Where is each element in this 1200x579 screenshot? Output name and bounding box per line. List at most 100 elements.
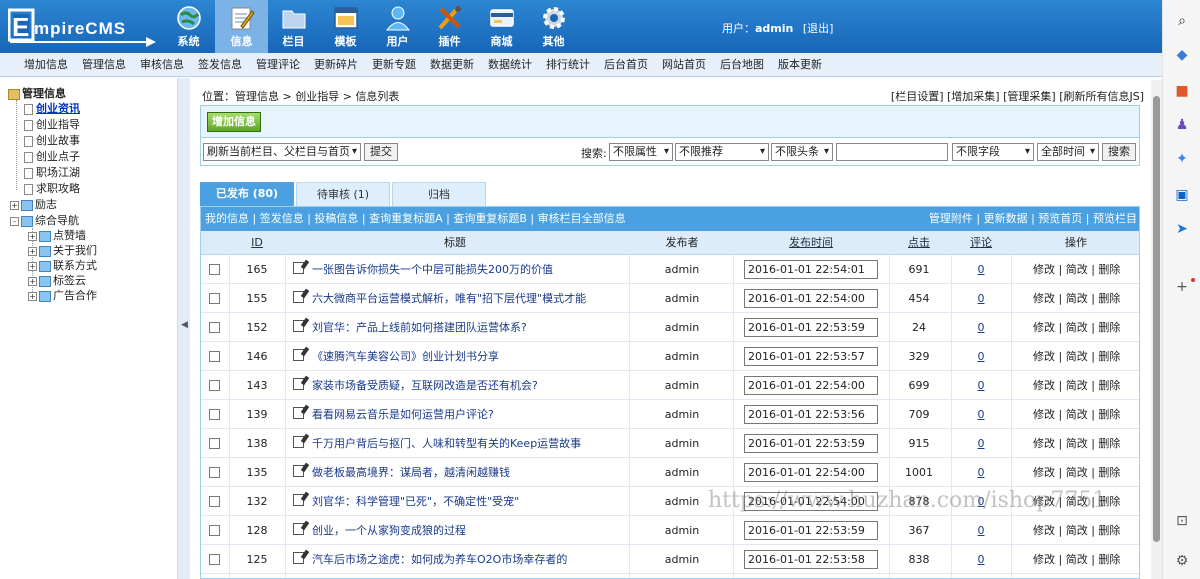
row-title[interactable]: 六大微商平台运营模式解析，唯有"招下层代理"模式才能 xyxy=(293,284,625,313)
submenu-review-info[interactable]: 审核信息 xyxy=(133,53,191,77)
row-comments[interactable]: 0 xyxy=(953,284,1009,313)
row-time-input[interactable]: 2016-01-01 22:53:56 xyxy=(744,405,878,424)
headline-select[interactable]: 不限头条 xyxy=(771,143,833,161)
search-button[interactable]: 搜索 xyxy=(1102,143,1136,161)
row-comments[interactable]: 0 xyxy=(953,342,1009,371)
submenu-admin-home[interactable]: 后台首页 xyxy=(597,53,655,77)
row-title[interactable]: 《速腾汽车美容公司》创业计划书分享 xyxy=(293,342,625,371)
tree-item-tag-cloud[interactable]: + 标签云 xyxy=(28,273,86,289)
submenu-site-home[interactable]: 网站首页 xyxy=(655,53,713,77)
row-title[interactable]: 千万用户背后与抠门、人味和转型有关的Keep运营故事 xyxy=(293,429,625,458)
tree-item-startup-stories[interactable]: 创业故事 xyxy=(24,133,80,149)
submenu-update-topics[interactable]: 更新专题 xyxy=(365,53,423,77)
tree-item-nav[interactable]: - 综合导航 xyxy=(10,213,79,229)
chess-icon[interactable]: ♟ xyxy=(1173,116,1191,134)
col-time[interactable]: 发布时间 xyxy=(737,231,885,255)
tab-pending[interactable]: 待审核 (1) xyxy=(296,182,390,206)
nav-plugin[interactable]: 插件 xyxy=(423,0,476,53)
collapse-icon[interactable]: - xyxy=(10,216,19,226)
vertical-scrollbar[interactable] xyxy=(1151,80,1162,579)
nav-template[interactable]: 模板 xyxy=(319,0,372,53)
row-comments[interactable]: 0 xyxy=(953,313,1009,342)
expand-icon[interactable]: + xyxy=(28,261,37,271)
tree-item-startup-guide[interactable]: 创业指导 xyxy=(24,117,80,133)
row-time-input[interactable]: 2016-01-01 22:54:00 xyxy=(744,289,878,308)
row-checkbox[interactable] xyxy=(209,409,220,420)
nav-user[interactable]: 用户 xyxy=(371,0,424,53)
breadcrumb-manage-info[interactable]: 管理信息 xyxy=(235,90,279,103)
submenu-data-update[interactable]: 数据更新 xyxy=(423,53,481,77)
scrollbar-thumb[interactable] xyxy=(1153,96,1160,542)
nav-shop[interactable]: 商城 xyxy=(475,0,528,53)
time-select[interactable]: 全部时间 xyxy=(1037,143,1099,161)
tree-item-job-tips[interactable]: 求职攻略 xyxy=(24,181,80,197)
expand-icon[interactable]: + xyxy=(28,276,37,286)
tab-published[interactable]: 已发布 (80) xyxy=(200,182,294,206)
add-info-button[interactable]: 增加信息 xyxy=(207,112,261,132)
row-comments[interactable]: 0 xyxy=(953,400,1009,429)
submenu-manage-comments[interactable]: 管理评论 xyxy=(249,53,307,77)
row-checkbox[interactable] xyxy=(209,496,220,507)
row-time-input[interactable]: 2016-01-01 22:54:00 xyxy=(744,463,878,482)
outlook-icon[interactable]: ▣ xyxy=(1173,186,1191,204)
row-checkbox[interactable] xyxy=(209,351,220,362)
row-checkbox[interactable] xyxy=(209,554,220,565)
settings-icon[interactable]: ⚙ xyxy=(1173,552,1191,570)
expand-icon[interactable]: + xyxy=(28,291,37,301)
recommend-select[interactable]: 不限推荐 xyxy=(675,143,769,161)
submenu-data-stats[interactable]: 数据统计 xyxy=(481,53,539,77)
row-time-input[interactable]: 2016-01-01 22:53:59 xyxy=(744,318,878,337)
col-comments[interactable]: 评论 xyxy=(953,231,1009,255)
row-checkbox[interactable] xyxy=(209,467,220,478)
row-comments[interactable]: 0 xyxy=(953,458,1009,487)
row-actions[interactable]: 修改 | 简改 | 删除 xyxy=(1033,371,1120,400)
row-checkbox[interactable] xyxy=(209,293,220,304)
toolbar-left-links[interactable]: 我的信息 | 签发信息 | 投稿信息 | 查询重复标题A | 查询重复标题B |… xyxy=(205,207,626,231)
row-actions[interactable]: 修改 | 简改 | 删除 xyxy=(1033,429,1120,458)
submit-button[interactable]: 提交 xyxy=(364,143,398,161)
tree-item-like-wall[interactable]: + 点赞墙 xyxy=(28,228,86,244)
expand-icon[interactable]: + xyxy=(10,200,19,210)
row-comments[interactable]: 0 xyxy=(953,429,1009,458)
row-time-input[interactable]: 2016-01-01 22:54:01 xyxy=(744,260,878,279)
copilot-icon[interactable]: ✦ xyxy=(1173,150,1191,168)
tag-icon[interactable]: ◆ xyxy=(1173,46,1191,64)
row-time-input[interactable]: 2016-01-01 22:53:59 xyxy=(744,434,878,453)
row-title[interactable]: 创业，一个从家狗变成狼的过程 xyxy=(293,516,625,545)
field-select[interactable]: 不限字段 xyxy=(952,143,1034,161)
row-title[interactable]: 刘官华：产品上线前如何搭建团队运营体系? xyxy=(293,313,625,342)
row-actions[interactable]: 修改 | 简改 | 删除 xyxy=(1033,342,1120,371)
row-title[interactable]: 家装市场备受质疑，互联网改造是否还有机会? xyxy=(293,371,625,400)
row-time-input[interactable]: 2016-01-01 22:53:58 xyxy=(744,550,878,569)
search-input[interactable] xyxy=(836,143,948,161)
sidebar-toggle[interactable]: ◀ xyxy=(178,78,190,579)
manage-collect-link[interactable]: [管理采集] xyxy=(1003,90,1056,103)
row-title[interactable]: 一张图告诉你损失一个中层可能损失200万的价值 xyxy=(293,255,625,284)
submenu-rank-stats[interactable]: 排行统计 xyxy=(539,53,597,77)
submenu-admin-map[interactable]: 后台地图 xyxy=(713,53,771,77)
tree-item-contact[interactable]: + 联系方式 xyxy=(28,258,97,274)
tree-item-workplace[interactable]: 职场江湖 xyxy=(24,165,80,181)
tree-item-ads[interactable]: + 广告合作 xyxy=(28,288,97,304)
row-title[interactable]: 看看网易云音乐是如何运营用户评论? xyxy=(293,400,625,429)
col-id[interactable]: ID xyxy=(231,231,283,255)
column-settings-link[interactable]: [栏目设置] xyxy=(891,90,944,103)
row-checkbox[interactable] xyxy=(209,322,220,333)
row-time-input[interactable]: 2016-01-01 22:53:57 xyxy=(744,347,878,366)
row-comments[interactable]: 0 xyxy=(953,371,1009,400)
add-icon[interactable]: + xyxy=(1173,278,1191,296)
refresh-js-link[interactable]: [刷新所有信息JS] xyxy=(1059,90,1144,103)
tab-archive[interactable]: 归档 xyxy=(392,182,486,206)
row-actions[interactable]: 修改 | 简改 | 删除 xyxy=(1033,313,1120,342)
col-clicks[interactable]: 点击 xyxy=(891,231,947,255)
briefcase-icon[interactable]: ■ xyxy=(1173,82,1191,100)
row-title[interactable]: 刘官华：科学管理"已死"，不确定性"受宠" xyxy=(293,487,625,516)
row-actions[interactable]: 修改 | 简改 | 删除 xyxy=(1033,516,1120,545)
row-checkbox[interactable] xyxy=(209,264,220,275)
row-title[interactable]: 做老板最高境界：谋局者，越清闲越赚钱 xyxy=(293,458,625,487)
row-actions[interactable]: 修改 | 简改 | 删除 xyxy=(1033,255,1120,284)
add-collect-link[interactable]: [增加采集] xyxy=(947,90,1000,103)
refresh-select[interactable]: 刷新当前栏目、父栏目与首页 xyxy=(203,143,361,161)
nav-info[interactable]: 信息 xyxy=(215,0,268,53)
toolbar-right-links[interactable]: 管理附件 | 更新数据 | 预览首页 | 预览栏目 xyxy=(929,207,1137,231)
